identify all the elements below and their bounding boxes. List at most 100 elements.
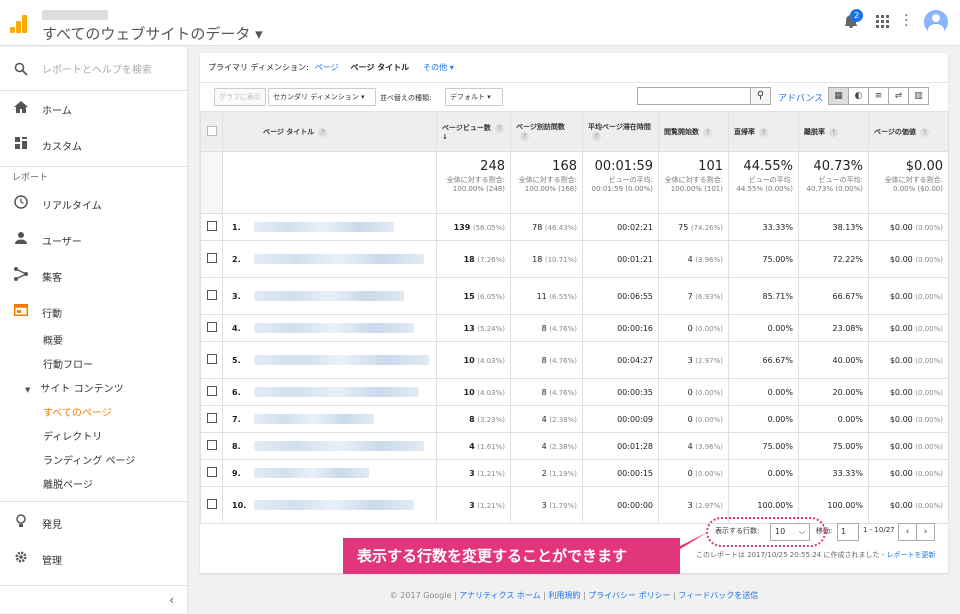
prev-page-button[interactable]: ‹: [898, 523, 917, 541]
footer-home-link[interactable]: アナリティクス ホーム: [459, 591, 540, 600]
sidebar-item-behavior[interactable]: 行動: [0, 294, 187, 330]
col-bounce-rate[interactable]: 直帰率?: [728, 111, 799, 152]
page-title-blurred[interactable]: [254, 500, 414, 510]
table-row[interactable]: 9. 3 (1.21%) 2 (1.19%) 00:00:15 0 (0.00%) 0.0…: [200, 459, 949, 487]
help-icon[interactable]: ?: [592, 132, 601, 141]
secondary-dimension-dropdown[interactable]: セカンダリ ディメンション ▾: [268, 88, 376, 106]
dimension-other-link[interactable]: その他 ▾: [423, 62, 454, 73]
page-title-blurred[interactable]: [254, 254, 424, 264]
goto-page-input[interactable]: 1: [837, 523, 859, 541]
sidebar-sub-exit[interactable]: 離脱ページ: [0, 474, 187, 498]
performance-view-icon[interactable]: ≡: [868, 87, 889, 105]
page-title-blurred[interactable]: [254, 387, 419, 397]
plot-rows-button[interactable]: グラフに表示: [214, 88, 266, 106]
table-row[interactable]: 3. 15 (6.05%) 11 (6.55%) 00:06:55 7 (6.93%) 8…: [200, 277, 949, 315]
bell-icon[interactable]: 2: [843, 9, 863, 29]
sidebar-sub-overview[interactable]: 概要: [0, 330, 187, 354]
page-title-cell[interactable]: 7.: [222, 405, 437, 433]
row-checkbox-cell[interactable]: [200, 378, 223, 406]
page-title-cell[interactable]: 2.: [222, 240, 437, 278]
row-checkbox-cell[interactable]: [200, 432, 223, 460]
help-icon[interactable]: ?: [520, 132, 529, 141]
footer-privacy-link[interactable]: プライバシー ポリシー: [588, 591, 670, 600]
row-checkbox-cell[interactable]: [200, 459, 223, 487]
row-checkbox[interactable]: [206, 499, 217, 509]
page-title-cell[interactable]: 4.: [222, 314, 437, 342]
page-title-cell[interactable]: 5.: [222, 341, 437, 379]
advanced-filter-link[interactable]: アドバンス: [778, 91, 823, 104]
page-title-cell[interactable]: 8.: [222, 432, 437, 460]
sidebar-item-home[interactable]: ホーム: [0, 91, 187, 127]
comparison-view-icon[interactable]: ⇌: [888, 87, 909, 105]
table-row[interactable]: 5. 10 (4.03%) 8 (4.76%) 00:04:27 3 (2.97%) 66…: [200, 341, 949, 379]
row-checkbox-cell[interactable]: [200, 405, 223, 433]
table-row[interactable]: 2. 18 (7.26%) 18 (10.71%) 00:01:21 4 (3.96%)…: [200, 240, 949, 278]
row-checkbox[interactable]: [206, 253, 217, 263]
footer-terms-link[interactable]: 利用規約: [548, 591, 580, 600]
row-checkbox-cell[interactable]: [200, 277, 223, 315]
more-vert-icon[interactable]: · · ·: [904, 9, 908, 33]
footer-feedback-link[interactable]: フィードバックを送信: [678, 591, 758, 600]
refresh-report-link[interactable]: レポートを更新: [886, 551, 935, 559]
sidebar-item-acquisition[interactable]: 集客: [0, 258, 187, 294]
table-view-icon[interactable]: ▦: [828, 87, 849, 105]
table-row[interactable]: 1. 139 (56.05%) 78 (46.43%) 00:02:21 75 (74.…: [200, 213, 949, 241]
help-icon[interactable]: ?: [829, 127, 838, 137]
page-title-cell[interactable]: 6.: [222, 378, 437, 406]
dimension-page-title[interactable]: ページ タイトル: [351, 62, 410, 73]
page-title-blurred[interactable]: [254, 291, 404, 301]
col-unique-pageviews[interactable]: ページ別訪問数?: [510, 111, 583, 152]
row-checkbox[interactable]: [206, 413, 217, 423]
table-row[interactable]: 6. 10 (4.03%) 8 (4.76%) 00:00:35 0 (0.00%) 0.…: [200, 378, 949, 406]
sort-type-dropdown[interactable]: デフォルト ▾: [445, 88, 503, 106]
col-exit-rate[interactable]: 離脱率?: [798, 111, 869, 152]
row-checkbox[interactable]: [206, 386, 217, 396]
col-avg-time[interactable]: 平均ページ滞在時間?: [582, 111, 659, 152]
row-checkbox[interactable]: [206, 354, 217, 364]
page-title-blurred[interactable]: [254, 414, 374, 424]
select-all-checkbox[interactable]: [206, 125, 217, 136]
sidebar-item-realtime[interactable]: リアルタイム: [0, 186, 187, 222]
row-checkbox[interactable]: [206, 290, 217, 300]
page-title-blurred[interactable]: [254, 441, 424, 451]
help-icon[interactable]: ?: [494, 123, 504, 133]
table-filter-input[interactable]: [637, 87, 751, 105]
page-title-blurred[interactable]: [254, 468, 369, 478]
page-title-blurred[interactable]: [254, 222, 394, 232]
col-pageviews[interactable]: ページビュー数? ↓: [436, 111, 511, 152]
help-icon[interactable]: ?: [919, 127, 929, 137]
apps-grid-icon[interactable]: [876, 15, 889, 28]
sidebar-sub-directory[interactable]: ディレクトリ: [0, 426, 187, 450]
property-selector[interactable]: すべてのウェブサイトのデータ ▾: [42, 23, 263, 44]
pie-view-icon[interactable]: ◐: [848, 87, 869, 105]
row-checkbox-cell[interactable]: [200, 341, 223, 379]
sidebar-item-discover[interactable]: 発見: [0, 505, 187, 541]
sidebar-item-admin[interactable]: 管理: [0, 541, 187, 577]
sidebar-sub-all-pages[interactable]: すべてのページ: [0, 402, 187, 426]
row-checkbox[interactable]: [206, 221, 217, 231]
chevron-left-icon[interactable]: ‹: [0, 585, 188, 613]
row-checkbox[interactable]: [206, 322, 217, 332]
table-row[interactable]: 8. 4 (1.61%) 4 (2.38%) 00:01:28 4 (3.96%) 75.…: [200, 432, 949, 460]
page-title-cell[interactable]: 3.: [222, 277, 437, 315]
sidebar-sub-site-content[interactable]: ▼ サイト コンテンツ: [0, 378, 187, 402]
next-page-button[interactable]: ›: [916, 523, 935, 541]
sidebar-sub-landing[interactable]: ランディング ページ: [0, 450, 187, 474]
row-checkbox[interactable]: [206, 440, 217, 450]
account-avatar-icon[interactable]: [924, 10, 948, 34]
sidebar-search[interactable]: レポートとヘルプを検索: [0, 47, 187, 91]
pivot-view-icon[interactable]: ▥: [908, 87, 929, 105]
col-page-title[interactable]: ページ タイトル?: [222, 111, 437, 152]
page-title-blurred[interactable]: [254, 355, 429, 365]
page-title-cell[interactable]: 1.: [222, 213, 437, 241]
page-title-cell[interactable]: 9.: [222, 459, 437, 487]
row-checkbox-cell[interactable]: [200, 213, 223, 241]
table-row[interactable]: 4. 13 (5.24%) 8 (4.76%) 00:00:16 0 (0.00%) 0.…: [200, 314, 949, 342]
table-row[interactable]: 7. 8 (3.23%) 4 (2.38%) 00:00:09 0 (0.00%) 0.0…: [200, 405, 949, 433]
help-icon[interactable]: ?: [318, 127, 328, 137]
row-checkbox-cell[interactable]: [200, 240, 223, 278]
analytics-logo-icon[interactable]: [10, 15, 28, 33]
page-title-blurred[interactable]: [254, 323, 414, 333]
row-checkbox[interactable]: [206, 467, 217, 477]
help-icon[interactable]: ?: [759, 127, 768, 137]
